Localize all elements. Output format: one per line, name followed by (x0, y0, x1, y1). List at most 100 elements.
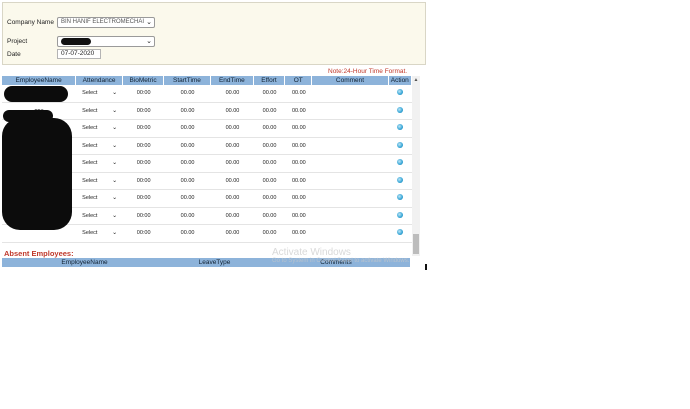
attendance-select[interactable]: Select ⌄ (76, 195, 123, 201)
action-cell[interactable] (389, 229, 412, 237)
project-row: Project ⌄ (7, 36, 155, 47)
table-scrollbar[interactable]: ▲ (412, 76, 420, 256)
header-end-time: EndTime (211, 76, 254, 85)
end-time-input[interactable]: 00.00 (211, 230, 254, 236)
start-time-input[interactable]: 00.00 (164, 125, 211, 131)
globe-icon[interactable] (397, 194, 404, 201)
header-biometric: BioMetric (123, 76, 165, 85)
company-select[interactable]: BIN HANIF ELECTROMECHAI ⌄ (57, 17, 155, 28)
globe-icon[interactable] (397, 176, 404, 183)
start-time-input-text: 00.00 (180, 212, 195, 219)
action-cell[interactable] (389, 124, 412, 132)
action-cell[interactable] (389, 159, 412, 167)
ot-cell-text: 00.00 (291, 90, 306, 97)
globe-icon[interactable] (397, 124, 404, 131)
start-time-input[interactable]: 00.00 (164, 195, 211, 201)
biometric-cell-text: 00:00 (136, 90, 151, 97)
start-time-input[interactable]: 00.00 (164, 108, 211, 114)
globe-icon[interactable] (397, 211, 404, 218)
action-cell[interactable] (389, 106, 412, 115)
attendance-select-text: Select (82, 107, 98, 114)
end-time-input[interactable]: 00.00 (211, 90, 254, 96)
end-time-input[interactable]: 00.00 (211, 108, 254, 114)
ot-cell: 00.00 (285, 90, 312, 96)
action-cell[interactable] (389, 176, 412, 185)
biometric-cell: 00:00 (123, 160, 164, 166)
table-row: ppaSelect⌄00:0000.0000.0000.0000.00 (2, 103, 412, 120)
effort-cell: 00.00 (254, 143, 285, 149)
biometric-cell-text: 00:00 (136, 160, 151, 167)
end-time-input[interactable]: 00.00 (211, 213, 254, 219)
attendance-select-text: Select (82, 212, 98, 219)
date-input[interactable]: 07-07-2020 (57, 49, 101, 59)
attendance-select[interactable]: Select ⌄ (76, 178, 123, 184)
start-time-input[interactable]: 00.00 (164, 230, 211, 236)
attendance-select[interactable]: Select ⌄ (76, 108, 123, 114)
attendance-select-text: Select (82, 230, 98, 237)
effort-cell-text: 00.00 (262, 90, 277, 97)
action-cell[interactable] (389, 141, 412, 150)
ot-cell: 00.00 (285, 108, 312, 114)
globe-icon[interactable] (397, 159, 404, 166)
attendance-select[interactable]: Select ⌄ (76, 90, 123, 96)
end-time-input[interactable]: 00.00 (211, 160, 254, 166)
start-time-input-text: 00.00 (180, 230, 195, 237)
globe-icon[interactable] (397, 89, 404, 96)
ot-cell-text: 00.00 (291, 230, 306, 237)
start-time-input[interactable]: 00.00 (164, 160, 211, 166)
ot-cell: 00.00 (285, 195, 312, 201)
absent-header-leave-type: LeaveType (198, 259, 231, 266)
action-cell[interactable] (389, 194, 412, 202)
ot-cell: 00.00 (285, 213, 312, 219)
effort-cell: 00.00 (254, 195, 285, 201)
end-time-input-text: 00.00 (225, 107, 240, 114)
globe-icon[interactable] (397, 141, 404, 148)
end-time-input-text: 00.00 (225, 212, 240, 219)
header-employee-name: EmployeeName (2, 76, 77, 85)
start-time-input-text: 00.00 (180, 195, 195, 202)
attendance-select[interactable]: Select ⌄ (76, 213, 123, 219)
end-time-input-text: 00.00 (225, 125, 240, 132)
watermark-subtitle: Go to System in Control Panel to activat… (272, 258, 410, 264)
biometric-cell: 00:00 (123, 108, 164, 114)
scroll-thumb[interactable] (413, 234, 419, 254)
attendance-select[interactable]: Select ⌄ (76, 230, 123, 236)
biometric-cell: 00:00 (123, 178, 164, 184)
action-cell[interactable] (389, 89, 412, 97)
chevron-down-icon: ⌄ (112, 195, 118, 202)
company-label: Company Name (7, 19, 54, 26)
attendance-select[interactable]: Select ⌄ (76, 160, 123, 166)
absent-header-employee-name: EmployeeName (61, 259, 108, 266)
biometric-cell: 00:00 (123, 213, 164, 219)
end-time-input[interactable]: 00.00 (211, 178, 254, 184)
start-time-input[interactable]: 00.00 (164, 90, 211, 96)
ot-cell-text: 00.00 (291, 107, 306, 114)
end-time-input[interactable]: 00.00 (211, 143, 254, 149)
attendance-select[interactable]: Select ⌄ (76, 125, 123, 131)
ot-cell-text: 00.00 (291, 142, 306, 149)
end-time-input[interactable]: 00.00 (211, 125, 254, 131)
biometric-cell-text: 00:00 (136, 230, 151, 237)
end-time-input[interactable]: 00.00 (211, 195, 254, 201)
attendance-select[interactable]: Select ⌄ (76, 143, 123, 149)
scroll-up-icon[interactable]: ▲ (412, 76, 420, 84)
end-time-input-text: 00.00 (225, 230, 240, 237)
effort-cell-text: 00.00 (262, 125, 277, 132)
globe-icon[interactable] (397, 229, 404, 236)
activate-windows-watermark: Activate Windows Go to System in Control… (272, 247, 409, 264)
effort-cell: 00.00 (254, 160, 285, 166)
start-time-input[interactable]: 00.00 (164, 178, 211, 184)
start-time-input[interactable]: 00.00 (164, 143, 211, 149)
attendance-select-text: Select (82, 195, 98, 202)
action-cell[interactable] (389, 211, 412, 220)
biometric-cell-text: 00:00 (136, 177, 151, 184)
biometric-cell: 00:00 (123, 143, 164, 149)
ot-cell: 00.00 (285, 230, 312, 236)
effort-cell-text: 00.00 (262, 230, 277, 237)
project-select[interactable]: ⌄ (57, 36, 155, 47)
effort-cell: 00.00 (254, 178, 285, 184)
ot-cell-text: 00.00 (291, 125, 306, 132)
globe-icon[interactable] (397, 106, 404, 113)
header-action: Action (389, 76, 412, 85)
start-time-input[interactable]: 00.00 (164, 213, 211, 219)
